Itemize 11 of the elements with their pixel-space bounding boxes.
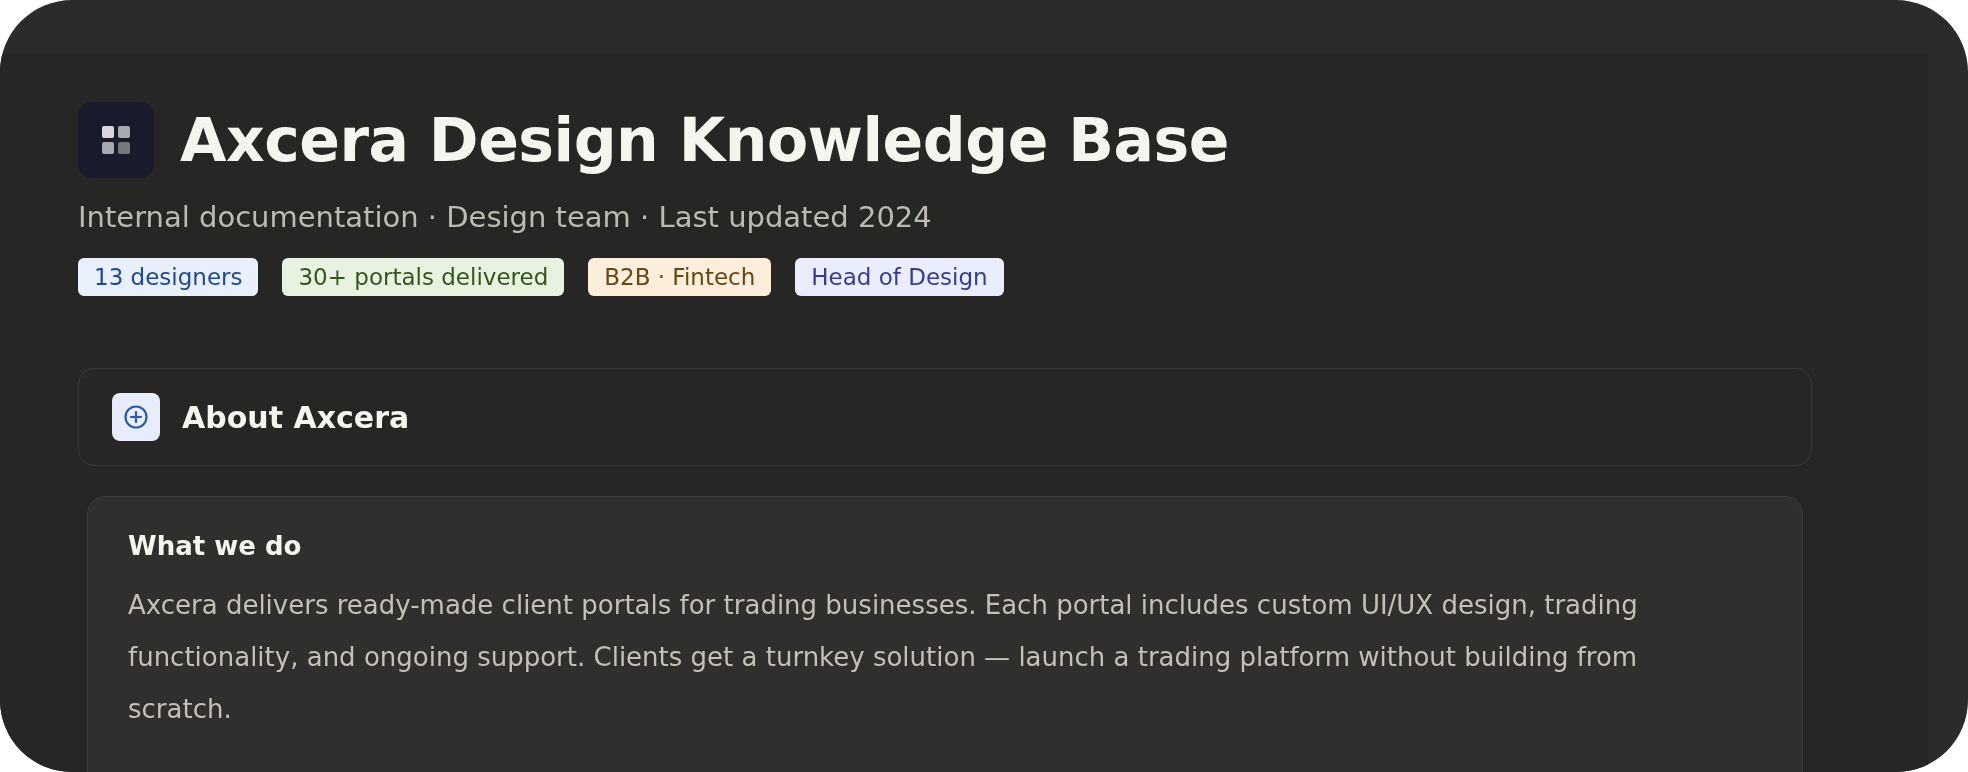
section-header[interactable]: About Axcera <box>78 368 1812 466</box>
tag: Head of Design <box>795 258 1004 296</box>
tag: 13 designers <box>78 258 259 296</box>
section-title: About Axcera <box>182 399 410 435</box>
tag: 30+ portals delivered <box>282 258 565 296</box>
card-heading: What we do <box>128 531 303 561</box>
page-subtitle: Internal documentation · Design team · Last updated 2024 <box>78 200 933 234</box>
card-text: Axcera delivers ready-made client portals for trading businesses. Each portal includes custom UI/UX design, trading functionality, and ongoing support. Clients get a turnkey solution — launch a trading platform without building from scratch. <box>128 589 1639 726</box>
app-logo-icon <box>78 102 154 178</box>
tag: B2B · Fintech <box>588 258 772 296</box>
page-title: Axcera Design Knowledge Base <box>180 105 1229 175</box>
